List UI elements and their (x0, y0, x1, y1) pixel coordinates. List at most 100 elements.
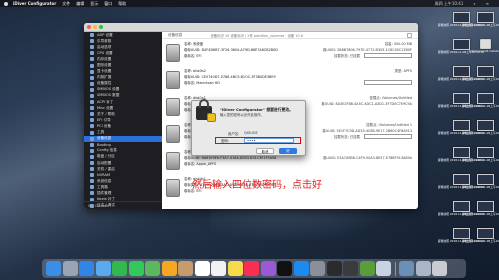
sidebar-item-icon (90, 106, 94, 111)
desktop-file[interactable]: 屏幕快照 2018-11-08上午10.40.49 (438, 120, 484, 135)
sidebar-item-label: ACPI 补丁 (97, 99, 114, 104)
disk-action-field[interactable] (364, 53, 412, 58)
screenshot-thumbnail-icon (476, 120, 494, 131)
ok-button[interactable]: 好 (279, 148, 297, 154)
sidebar-item-icon (90, 87, 94, 92)
tv-icon[interactable] (277, 261, 292, 276)
sidebar-item-label: SMBIOS 数据 (97, 93, 120, 98)
screenshot-thumbnail-icon (476, 12, 494, 23)
menu-help[interactable]: 帮助 (118, 1, 126, 7)
sidebar-item-icon (90, 112, 94, 117)
screenshot-thumbnail-icon (476, 228, 494, 239)
photos-icon[interactable] (161, 261, 177, 276)
disk-entry[interactable]: 名称: disk0s2 类型: APFS 卷标UUID: CE0740D7-0786… (166, 68, 412, 94)
control-center-icon[interactable]: ≡ (486, 1, 489, 7)
desktop-file[interactable]: 屏幕快照 2018-11-08上午10.40.22 (438, 12, 484, 27)
desktop-file[interactable]: 屏幕快照 2018-11-08上午10.40.36 (438, 66, 484, 81)
dock (42, 259, 466, 278)
calendar-icon[interactable] (194, 261, 210, 276)
podcasts-icon[interactable] (260, 261, 276, 276)
disk-details: 名称: 系统盘 容量: 300.00 MB 卷标UUID: D4F4D6B7-3F2… (184, 41, 412, 67)
clover-configurator-icon[interactable] (359, 261, 375, 276)
app-store-icon[interactable] (293, 261, 309, 276)
desktop-item-label: 屏幕快照 2018-11-08上午10.40.58 (437, 185, 485, 189)
sidebar-item-icon (90, 33, 94, 38)
password-input[interactable]: •••• (244, 138, 294, 143)
trash-icon[interactable] (432, 261, 447, 276)
app-menu[interactable]: iDiver Configurator (13, 1, 56, 6)
disk-mount-state: 挂载状态: 已挂载 (334, 135, 360, 139)
sidebar: ADP 设置 引导参数 启动选项 CPU 设置 内存设置 图形设置 显卡设置 内核扩展 设备属性… (84, 32, 162, 209)
clock[interactable]: 周四 上午10:41 (435, 1, 464, 7)
reminders-icon[interactable] (211, 261, 226, 276)
mail-icon[interactable] (95, 261, 111, 276)
menu-file[interactable]: 文件 (62, 1, 70, 7)
safari-icon[interactable] (79, 261, 94, 276)
cancel-button[interactable]: 取消 (256, 148, 274, 154)
preview-icon[interactable] (376, 261, 391, 276)
desktop-item-label: 屏幕快照 2018-11-08上午10.40.36 (437, 77, 485, 81)
window-titlebar[interactable] (84, 23, 418, 32)
sidebar-item-label: SMBIOS 设置 (97, 87, 120, 92)
panel-close-icon[interactable] (407, 32, 412, 38)
search-icon[interactable]: ⌕ (473, 1, 475, 7)
zoom-window-button[interactable] (99, 25, 103, 29)
facetime-icon[interactable] (112, 261, 127, 276)
downloads-stack-icon[interactable] (399, 261, 414, 276)
maps-icon[interactable] (145, 261, 160, 276)
sidebar-item-label: 设备属性 (97, 81, 112, 86)
disk-entry[interactable]: 名称: 系统盘 容量: 300.00 MB 卷标UUID: D4F4D6B7-3F2… (166, 41, 412, 67)
sidebar-item-icon (90, 69, 94, 74)
auth-dialog: "iDiver Configurator" 想要进行更改。 输入您的密码以允许此… (191, 99, 306, 156)
sidebar-item-label: ADP 设置 (97, 32, 113, 37)
notes-icon[interactable] (227, 261, 243, 276)
desktop-item-label: 屏幕快照 2018-11-08上午10.40.30 (437, 50, 485, 54)
sidebar-item-label: 工具箱 (97, 184, 108, 189)
dialog-subtitle: 输入您的密码以允许此操作。 (220, 113, 265, 117)
desktop-file[interactable]: 屏幕快照 2018-11-08上午10.40.41 (438, 93, 484, 108)
documents-stack-icon[interactable] (415, 261, 431, 276)
instruction-caption: 然后输入四位数密码，点击好 (192, 180, 322, 191)
messages-icon[interactable] (128, 261, 144, 276)
username-value[interactable]: QIGUOE (244, 131, 258, 135)
status-area: 周四 上午10:41 ⌕ ≡ (435, 1, 495, 7)
desktop-file[interactable]: 屏幕快照 2018-11-08上午10.40.58 (438, 174, 484, 189)
screenshot-thumbnail-icon (452, 120, 470, 131)
sidebar-item-icon (90, 167, 94, 172)
sidebar-item-label: 系统信息 (97, 178, 112, 183)
sidebar-item-icon (90, 51, 94, 56)
sidebar-item-icon (90, 75, 94, 80)
disk-action-field[interactable] (364, 80, 412, 85)
disk-path: 设备标识 10 设备标识 / 2号 partition_volumes · 设备… (210, 33, 303, 38)
music-icon[interactable] (244, 261, 259, 276)
sidebar-item-label: 关机 / 重启 (97, 166, 115, 171)
menu-window[interactable]: 窗口 (104, 1, 112, 7)
sidebar-item-label: Misc 设置 (97, 105, 114, 110)
desktop-file[interactable]: 屏幕快照 2018-11-08上午10.40.52 (438, 147, 484, 162)
screenshot-thumbnail-icon (452, 12, 470, 23)
desktop-file[interactable]: 屏幕快照 2018-11-08上午10.41.03 (438, 201, 484, 216)
finder-icon[interactable] (46, 261, 61, 276)
menu-edit[interactable]: 编辑 (76, 1, 84, 7)
contacts-icon[interactable] (178, 261, 193, 276)
disk-action-field[interactable] (364, 134, 412, 139)
sidebar-item-icon (90, 93, 94, 98)
donate-label[interactable]: Donate (95, 204, 108, 208)
hard-disk-icon (166, 44, 180, 62)
sidebar-item-icon (90, 130, 94, 135)
sidebar-item-icon (90, 63, 94, 68)
desktop-file[interactable]: 屏幕快照 2018-11-08上午10.41.10 (438, 228, 484, 243)
apple-menu-icon[interactable] (4, 1, 8, 6)
hard-disk-icon (166, 125, 180, 143)
terminal-icon[interactable] (326, 261, 342, 276)
system-preferences-icon[interactable] (310, 261, 325, 276)
menu-view[interactable]: 显示 (90, 1, 98, 7)
activity-monitor-icon[interactable] (343, 261, 358, 276)
minimize-window-button[interactable] (93, 25, 97, 29)
sidebar-item-icon (90, 124, 94, 129)
close-window-button[interactable] (87, 25, 91, 29)
sidebar-item-icon (90, 118, 94, 123)
launchpad-icon[interactable] (62, 261, 78, 276)
settings-gear-icon[interactable]: ⚙ (88, 204, 91, 208)
desktop-file[interactable]: 屏幕快照 2018-11-08上午10.40.30 (438, 39, 484, 54)
